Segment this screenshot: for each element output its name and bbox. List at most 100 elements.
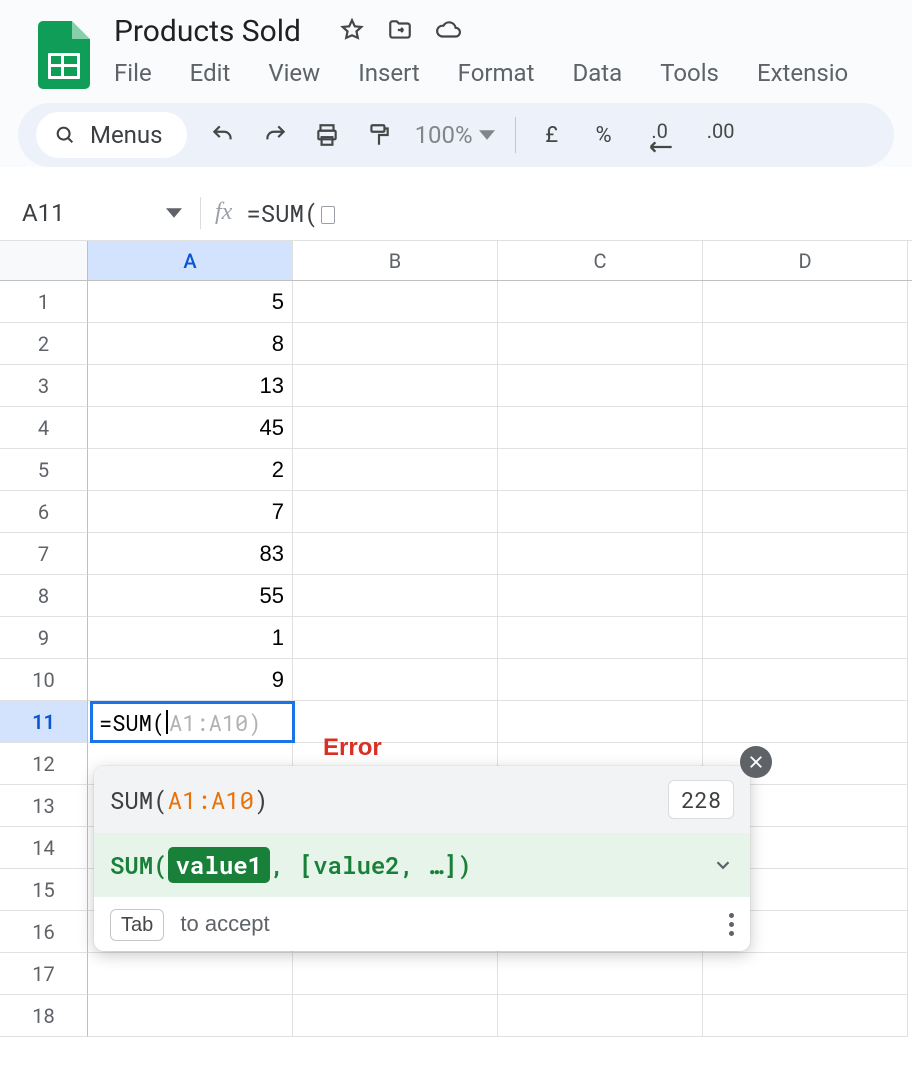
cell[interactable]: 1 (88, 617, 293, 659)
cell[interactable] (498, 659, 703, 701)
cell[interactable] (498, 449, 703, 491)
percent-format-button[interactable]: % (588, 119, 620, 151)
cell[interactable]: 9 (88, 659, 293, 701)
undo-button[interactable] (207, 119, 239, 151)
row-header[interactable]: 12 (0, 743, 88, 785)
cell[interactable] (88, 953, 293, 995)
formula-preview-row[interactable]: SUM(A1:A10) 228 (94, 766, 750, 833)
col-header-a[interactable]: A (88, 241, 293, 280)
formula-signature-row[interactable]: SUM(value1, [value2, …]) (94, 833, 750, 897)
row-header[interactable]: 10 (0, 659, 88, 701)
decrease-decimal-button[interactable]: .0 (640, 119, 680, 151)
cloud-status-icon[interactable] (435, 17, 461, 47)
row-header[interactable]: 7 (0, 533, 88, 575)
cell[interactable]: 55 (88, 575, 293, 617)
cell[interactable]: 7 (88, 491, 293, 533)
search-menus-button[interactable]: Menus (36, 112, 187, 158)
row-header[interactable]: 1 (0, 281, 88, 323)
cell[interactable] (498, 575, 703, 617)
cell[interactable] (703, 995, 908, 1037)
redo-button[interactable] (259, 119, 291, 151)
cell[interactable] (703, 617, 908, 659)
menu-format[interactable]: Format (454, 57, 539, 89)
row-header[interactable]: 15 (0, 869, 88, 911)
close-popup-button[interactable] (740, 746, 772, 778)
cell[interactable] (293, 449, 498, 491)
currency-format-button[interactable]: £ (536, 119, 568, 151)
cell[interactable] (293, 365, 498, 407)
cell[interactable] (498, 953, 703, 995)
cell[interactable]: 45 (88, 407, 293, 449)
row-header[interactable]: 6 (0, 491, 88, 533)
cell[interactable] (293, 533, 498, 575)
zoom-select[interactable]: 100% (415, 121, 495, 149)
cell[interactable] (293, 953, 498, 995)
row-header[interactable]: 13 (0, 785, 88, 827)
cell[interactable] (498, 701, 703, 743)
select-all-cell[interactable] (0, 241, 88, 281)
menu-insert[interactable]: Insert (354, 57, 423, 89)
menu-data[interactable]: Data (568, 57, 626, 89)
move-to-folder-icon[interactable] (387, 17, 413, 47)
cell[interactable]: 2 (88, 449, 293, 491)
cell[interactable] (703, 281, 908, 323)
cell[interactable] (498, 491, 703, 533)
row-header[interactable]: 3 (0, 365, 88, 407)
more-options-button[interactable] (729, 913, 734, 936)
row-header[interactable]: 14 (0, 827, 88, 869)
cell[interactable] (498, 407, 703, 449)
cell[interactable] (293, 323, 498, 365)
row-header[interactable]: 11 (0, 701, 88, 743)
menu-edit[interactable]: Edit (186, 57, 235, 89)
cell[interactable] (293, 575, 498, 617)
menu-view[interactable]: View (264, 57, 324, 89)
row-header[interactable]: 17 (0, 953, 88, 995)
cell[interactable] (703, 575, 908, 617)
cell[interactable]: 5 (88, 281, 293, 323)
cell[interactable] (293, 281, 498, 323)
cell[interactable] (498, 533, 703, 575)
print-button[interactable] (311, 119, 343, 151)
cell[interactable] (498, 365, 703, 407)
cell[interactable]: 83 (88, 533, 293, 575)
cell[interactable] (293, 617, 498, 659)
cell[interactable] (703, 449, 908, 491)
increase-decimal-button[interactable]: .00 (700, 119, 742, 151)
cell[interactable] (498, 323, 703, 365)
col-header-b[interactable]: B (293, 241, 498, 280)
row-header[interactable]: 2 (0, 323, 88, 365)
document-title[interactable]: Products Sold (108, 10, 307, 53)
cell[interactable]: 13 (88, 365, 293, 407)
cell[interactable] (498, 995, 703, 1037)
active-cell-editor[interactable]: =SUM(A1:A10) (90, 701, 295, 743)
cell[interactable] (293, 659, 498, 701)
paint-format-button[interactable] (363, 119, 395, 151)
cell[interactable] (703, 533, 908, 575)
cell[interactable] (703, 953, 908, 995)
name-box[interactable]: A11 (0, 199, 200, 227)
cell[interactable] (293, 407, 498, 449)
cell[interactable] (293, 491, 498, 533)
menu-extensions[interactable]: Extensio (753, 57, 852, 89)
row-header[interactable]: 4 (0, 407, 88, 449)
menu-file[interactable]: File (110, 57, 156, 89)
formula-bar-input[interactable]: =SUM( (246, 197, 335, 229)
cell[interactable] (88, 995, 293, 1037)
row-header[interactable]: 5 (0, 449, 88, 491)
cell[interactable] (703, 491, 908, 533)
cell[interactable] (498, 281, 703, 323)
col-header-c[interactable]: C (498, 241, 703, 280)
row-header[interactable]: 16 (0, 911, 88, 953)
sheets-app-icon[interactable] (38, 21, 90, 89)
star-icon[interactable] (339, 17, 365, 47)
menu-tools[interactable]: Tools (656, 57, 723, 89)
row-header[interactable]: 9 (0, 617, 88, 659)
row-header[interactable]: 8 (0, 575, 88, 617)
cell[interactable] (703, 701, 908, 743)
chevron-down-icon[interactable] (712, 854, 734, 876)
col-header-d[interactable]: D (703, 241, 908, 280)
cell[interactable] (498, 617, 703, 659)
cell[interactable] (703, 323, 908, 365)
cell[interactable] (293, 995, 498, 1037)
cell[interactable] (703, 659, 908, 701)
